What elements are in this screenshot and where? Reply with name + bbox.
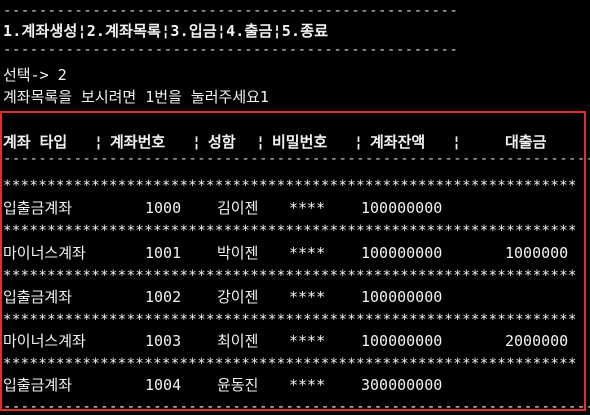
header-password: 비밀번호 (272, 133, 328, 151)
star-rule: ----------------------------------------… (3, 399, 590, 415)
prompt-line: 선택-> 2 (3, 66, 67, 84)
row-balance: 100000000 (361, 244, 443, 262)
header-type: 계좌 타입 (3, 133, 68, 151)
star-rule: ****************************************… (3, 223, 577, 239)
row-type: 입출금계좌 (3, 376, 73, 394)
header-sep: ¦ (354, 133, 364, 151)
header-loan: 대출금 (505, 133, 547, 151)
row-balance: 100000000 (361, 288, 443, 306)
header-sep: ¦ (452, 133, 462, 151)
row-password: **** (289, 376, 326, 394)
header-number: 계좌번호 (110, 133, 166, 151)
row-balance: 100000000 (361, 332, 443, 350)
header-sep: ¦ (192, 133, 202, 151)
rule-top: ----------------------------------------… (3, 3, 459, 19)
star-rule: ****************************************… (3, 312, 577, 328)
row-password: **** (289, 199, 326, 217)
header-sep: ¦ (256, 133, 266, 151)
row-number: 1002 (145, 288, 182, 306)
row-type: 입출금계좌 (3, 288, 73, 306)
row-name: 최이젠 (217, 332, 259, 350)
row-balance: 100000000 (361, 199, 443, 217)
row-balance: 300000000 (361, 376, 443, 394)
row-password: **** (289, 288, 326, 306)
row-number: 1004 (145, 376, 182, 394)
row-number: 1000 (145, 199, 182, 217)
star-rule: ****************************************… (3, 178, 577, 194)
row-type: 입출금계좌 (3, 199, 73, 217)
star-rule: ****************************************… (3, 268, 577, 284)
rule-mid: ----------------------------------------… (3, 42, 459, 58)
row-password: **** (289, 332, 326, 350)
table-rule: ----------------------------------------… (3, 151, 590, 167)
instruction-line: 계좌목록을 보시려면 1번을 눌러주세요1 (3, 88, 269, 106)
row-loan: 1000000 (505, 244, 569, 262)
header-name: 성함 (208, 133, 236, 151)
row-type: 마이너스계좌 (3, 332, 86, 350)
star-rule: ****************************************… (3, 356, 577, 372)
header-sep: ¦ (94, 133, 104, 151)
row-name: 강이젠 (217, 288, 259, 306)
row-name: 윤동진 (217, 376, 259, 394)
row-password: **** (289, 244, 326, 262)
main-menu: 1.계좌생성¦2.계좌목록¦3.입금¦4.출금¦5.종료 (3, 22, 329, 40)
header-balance: 계좌잔액 (370, 133, 426, 151)
row-name: 박이젠 (217, 244, 259, 262)
row-number: 1003 (145, 332, 182, 350)
row-name: 김이젠 (217, 199, 259, 217)
row-loan: 2000000 (505, 332, 569, 350)
row-number: 1001 (145, 244, 182, 262)
row-type: 마이너스계좌 (3, 244, 86, 262)
